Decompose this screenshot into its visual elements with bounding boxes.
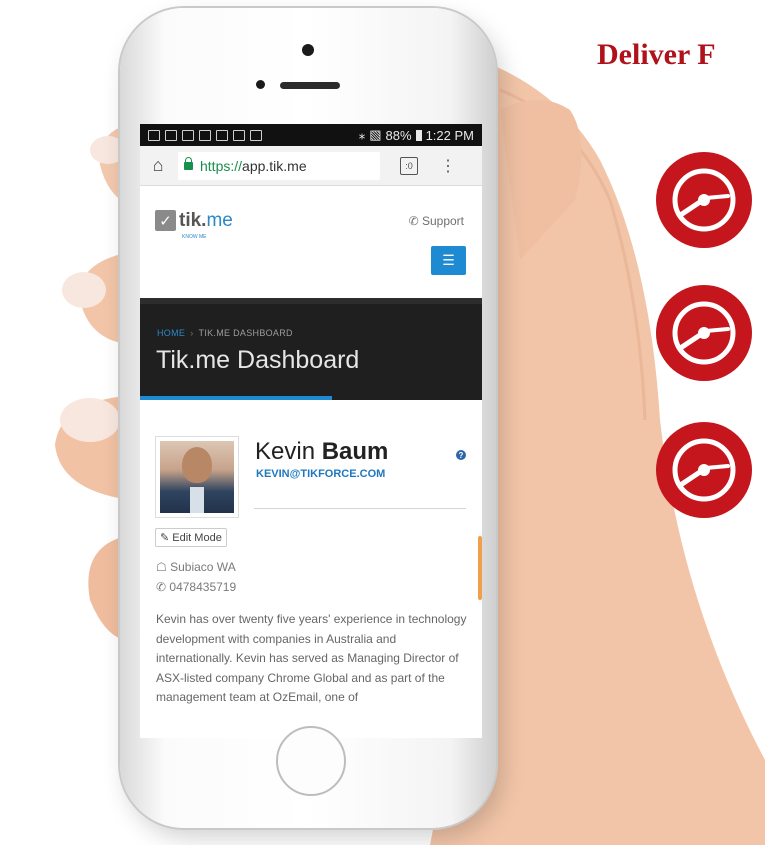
clock-icon [656, 152, 752, 248]
scroll-handle[interactable] [478, 536, 482, 600]
notification-icon [148, 129, 160, 141]
url-host: app.tik.me [242, 157, 307, 174]
battery-icon [415, 129, 422, 141]
clock-time: 1:22 PM [425, 127, 474, 143]
video-icon [199, 129, 211, 141]
page-banner: HOME › TIK.ME DASHBOARD Tik.me Dashboard [140, 298, 482, 400]
divider [254, 508, 466, 509]
clock-icon [656, 422, 752, 518]
profile-photo [155, 436, 239, 518]
home-icon: ☖ [156, 560, 167, 574]
proximity-sensor [256, 80, 265, 89]
home-icon[interactable]: ⌂ [148, 155, 168, 176]
lock-icon [184, 156, 193, 170]
status-bar: ⁎ ▧ 88% 1:22 PM [140, 124, 482, 146]
breadcrumb-current: TIK.ME DASHBOARD [198, 328, 293, 338]
battery-percent: 88% [385, 127, 412, 143]
breadcrumb: HOME › TIK.ME DASHBOARD [157, 328, 293, 338]
play-icon [250, 129, 262, 141]
site-header: ✓ tik.me KNOW ME ✆ Support ☰ [140, 186, 482, 298]
address-bar[interactable]: https://app.tik.me [178, 151, 380, 180]
clock-icon [656, 285, 752, 381]
bluetooth-icon: ⁎ [358, 127, 366, 142]
earpiece-speaker [280, 82, 340, 89]
front-camera [302, 44, 314, 56]
profile-bio: Kevin has over twenty five years' experi… [156, 612, 467, 704]
banner-top-strip [140, 298, 482, 304]
cloud-icon [233, 129, 245, 141]
image-icon [182, 129, 194, 141]
logo-wordmark: tik.me [179, 210, 233, 231]
gallery-icon [216, 129, 228, 141]
browser-menu-icon[interactable]: ⋮ [440, 156, 456, 176]
tikme-logo[interactable]: ✓ tik.me KNOW ME [155, 210, 233, 240]
breadcrumb-separator: › [190, 328, 194, 338]
notification-icons [148, 129, 262, 141]
phone-screen: ⁎ ▧ 88% 1:22 PM ⌂ https://app.tik.me :0 … [140, 124, 482, 738]
page-title: Tik.me Dashboard [156, 346, 360, 374]
support-link[interactable]: ✆ Support [409, 214, 464, 228]
tab-switcher-button[interactable]: :0 [400, 156, 418, 175]
edit-mode-button[interactable]: ✎ Edit Mode [155, 528, 227, 547]
mail-icon [165, 129, 177, 141]
profile-email[interactable]: KEVIN@TIKFORCE.COM [256, 468, 385, 480]
profile-name: Kevin Baum [255, 438, 389, 465]
iphone-frame: ⁎ ▧ 88% 1:22 PM ⌂ https://app.tik.me :0 … [120, 8, 496, 828]
browser-toolbar: ⌂ https://app.tik.me :0 ⋮ [140, 146, 482, 186]
checkmark-icon: ✓ [155, 210, 176, 231]
help-icon[interactable]: ? [456, 450, 466, 460]
breadcrumb-home-link[interactable]: HOME [157, 328, 185, 338]
home-button[interactable] [276, 726, 346, 796]
phone-number: ✆ 0478435719 [156, 580, 237, 594]
signal-icon: ▧ [369, 127, 382, 142]
avatar [160, 441, 234, 513]
system-icons: ⁎ ▧ 88% 1:22 PM [359, 127, 474, 143]
hamburger-menu-button[interactable]: ☰ [431, 246, 466, 275]
url-scheme: https:// [200, 157, 243, 174]
phone-icon: ✆ [156, 580, 167, 594]
banner-accent-bar [140, 396, 332, 400]
headline: Deliver F [597, 38, 716, 71]
logo-tagline: KNOW ME [182, 234, 207, 240]
location: ☖ Subiaco WA [156, 560, 236, 574]
